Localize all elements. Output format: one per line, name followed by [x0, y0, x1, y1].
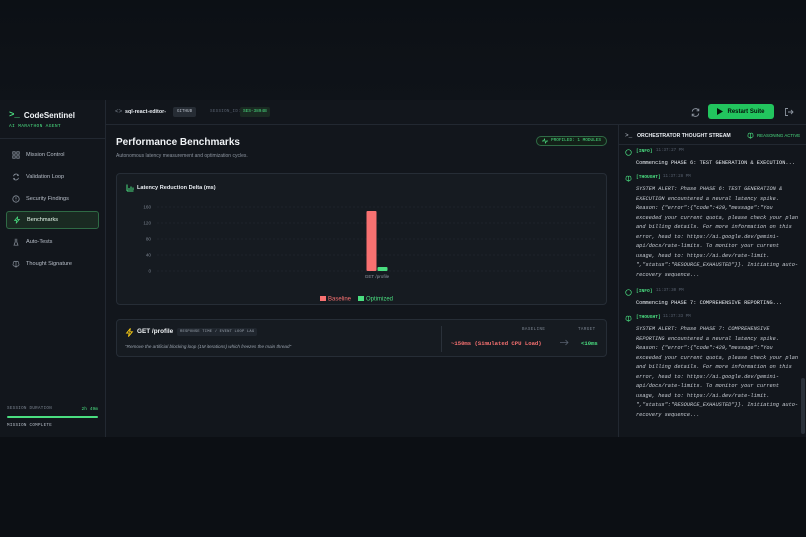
legend-label-baseline: Baseline — [328, 297, 352, 303]
log-message: SYSTEM ALERT: Phase PHASE 7: COMPREHENSI… — [636, 326, 799, 418]
pulse-icon — [542, 138, 548, 144]
latency-chart: 0 40 80 120 160 GET /profile Baseline Optimized — [143, 205, 597, 303]
sidebar-item-label: Validation Loop — [26, 174, 65, 180]
sidebar-item-label: Mission Control — [26, 152, 65, 158]
log-message: Commencing PHASE 6: TEST GENERATION & EX… — [636, 160, 795, 166]
repo-badge: GITHUB — [173, 107, 197, 117]
divider — [441, 326, 442, 352]
sidebar-item-benchmarks[interactable]: Benchmarks — [6, 211, 99, 229]
code-brackets-icon: <> — [115, 108, 123, 115]
log-tag: [THOUGHT] — [636, 175, 661, 180]
log-time: 11:37:27 PM — [656, 149, 684, 153]
sidebar-item-mission-control[interactable]: Mission Control — [6, 146, 99, 164]
y-tick-label: 80 — [146, 237, 152, 242]
thought-stream-scrollbar[interactable] — [801, 378, 805, 434]
grid-icon — [12, 151, 20, 159]
baseline-label: BASELINE — [522, 328, 546, 332]
profiled-text: PROFILED: 1 MODULES — [551, 138, 602, 143]
thought-stream-title: ORCHESTRATOR THOUGHT STREAM — [637, 133, 731, 139]
brain-icon — [747, 132, 754, 139]
sidebar-item-label: Thought Signature — [26, 261, 73, 267]
brand-name: CodeSentinel — [23, 110, 75, 120]
session-duration-value: 2h 49m — [81, 407, 98, 412]
info-icon — [625, 149, 632, 156]
log-tag: [INFO] — [636, 149, 653, 154]
lightning-icon — [125, 328, 134, 337]
page-title: Performance Benchmarks — [116, 137, 240, 148]
bar-baseline — [366, 211, 377, 271]
log-tag: [THOUGHT] — [636, 315, 661, 320]
sidebar-item-label: Security Findings — [26, 196, 69, 202]
sidebar-item-label: Benchmarks — [27, 217, 59, 223]
sidebar: >_ CodeSentinel AI MARATHON AGENT Missio… — [0, 100, 106, 437]
x-tick-label: GET /profile — [365, 274, 390, 279]
session-duration-label: SESSION DURATION — [7, 407, 53, 411]
info-icon — [625, 289, 632, 296]
endpoint-metric-tag: RESPONSE TIME / EVENT LOOP LAG — [177, 328, 258, 336]
endpoint-card: GET /profile RESPONSE TIME / EVENT LOOP … — [116, 319, 607, 357]
target-value: <10ms — [581, 340, 598, 347]
y-tick-label: 160 — [143, 205, 151, 210]
brand[interactable]: >_ CodeSentinel AI MARATHON AGENT — [9, 110, 75, 129]
session-id-badge: SES-3894B — [240, 107, 270, 117]
terminal-logo-icon: >_ — [9, 110, 20, 120]
divider — [0, 138, 105, 139]
y-tick-label: 40 — [146, 253, 152, 258]
restart-suite-button[interactable]: Restart Suite — [708, 104, 774, 119]
restart-label: Restart Suite — [727, 108, 765, 115]
logout-icon[interactable] — [784, 107, 794, 117]
backdrop-top — [0, 0, 806, 100]
shield-icon — [12, 195, 20, 203]
sidebar-item-thought-signature[interactable]: Thought Signature — [6, 255, 99, 273]
legend-swatch-optimized — [358, 296, 364, 301]
sidebar-item-auto-tests[interactable]: Auto-Tests — [6, 233, 99, 251]
log-time: 11:37:30 PM — [656, 289, 684, 293]
sync-icon[interactable] — [690, 107, 701, 118]
log-message: SYSTEM ALERT: Phase PHASE 6: TEST GENERA… — [636, 186, 799, 278]
backdrop-bottom — [0, 437, 806, 537]
session-progress-bar — [7, 416, 98, 418]
target-label: TARGET — [578, 328, 596, 332]
y-tick-label: 120 — [143, 221, 151, 226]
session-id-label: SESSION_ID: — [210, 110, 241, 114]
app-window: >_ CodeSentinel AI MARATHON AGENT Missio… — [0, 100, 806, 437]
flask-icon — [13, 238, 19, 246]
topbar: <> sql-react-editor- GITHUB SESSION_ID: … — [106, 100, 806, 125]
brain-icon — [625, 315, 632, 322]
log-tag: [INFO] — [636, 289, 653, 294]
reasoning-status-text: REASONING ACTIVE — [757, 133, 801, 138]
session-status: MISSION COMPLETE — [7, 424, 53, 428]
log-time: 11:37:33 PM — [663, 315, 691, 319]
thought-stream-header: >_ ORCHESTRATOR THOUGHT STREAM REASONING… — [619, 125, 806, 145]
bar-optimized — [377, 267, 388, 271]
sidebar-item-label: Auto-Tests — [26, 239, 53, 245]
lightning-icon — [13, 216, 21, 224]
sidebar-item-validation-loop[interactable]: Validation Loop — [6, 168, 99, 186]
main-content: Performance Benchmarks Autonomous latenc… — [106, 125, 618, 437]
log-time: 11:37:28 PM — [663, 175, 691, 179]
brain-icon — [12, 260, 20, 268]
log-message: Commencing PHASE 7: COMPREHENSIVE REPORT… — [636, 300, 783, 306]
loop-icon — [12, 173, 20, 181]
chart-card: Latency Reduction Delta (ms) 0 40 80 120 160… — [116, 173, 607, 305]
profiled-badge: PROFILED: 1 MODULES — [536, 136, 608, 146]
endpoint-description: "Remove the artificial blocking loop (1M… — [125, 344, 292, 349]
brain-icon — [625, 175, 632, 182]
page-subtitle: Autonomous latency measurement and optim… — [116, 153, 248, 159]
sidebar-item-security-findings[interactable]: Security Findings — [6, 190, 99, 208]
legend-label-optimized: Optimized — [366, 297, 393, 303]
brand-subtitle: AI MARATHON AGENT — [9, 124, 61, 129]
arrow-right-icon — [560, 339, 569, 346]
project-name[interactable]: sql-react-editor- — [125, 109, 166, 115]
legend-swatch-baseline — [320, 296, 326, 301]
terminal-icon: >_ — [625, 132, 633, 139]
play-icon — [717, 108, 724, 115]
endpoint-method: GET /profile — [137, 328, 174, 335]
thought-stream-panel: >_ ORCHESTRATOR THOUGHT STREAM REASONING… — [618, 125, 806, 437]
baseline-value: ~150ms (Simulated CPU Load) — [451, 340, 542, 347]
reasoning-status: REASONING ACTIVE — [747, 132, 800, 139]
y-tick-label: 0 — [148, 269, 151, 274]
